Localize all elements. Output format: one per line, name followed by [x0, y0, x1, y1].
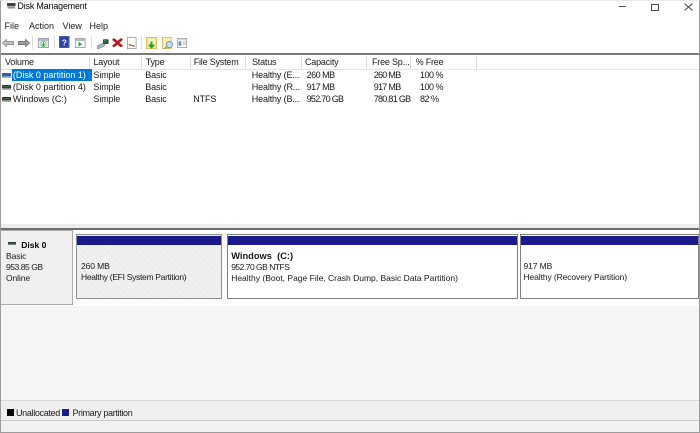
svg-text:?: ?: [62, 38, 67, 48]
